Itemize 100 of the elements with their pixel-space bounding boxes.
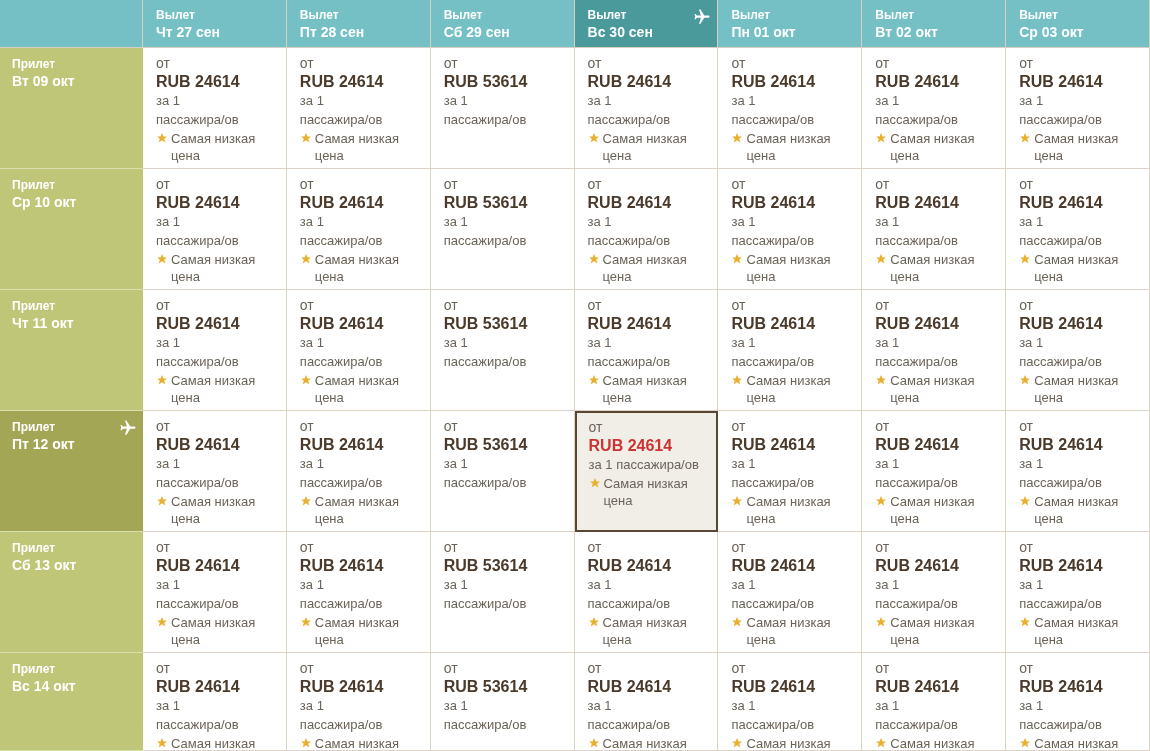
- price: RUB 24614: [299, 435, 385, 454]
- price-cell[interactable]: от RUB 24614 за 1 пассажира/ов Самая низкая цена: [574, 169, 719, 290]
- price-cell[interactable]: от RUB 53614 за 1 пассажира/ов: [430, 169, 575, 290]
- price-cell[interactable]: от RUB 24614 за 1 пассажира/ов Самая низкая цена: [1006, 532, 1150, 653]
- star-icon: [156, 737, 168, 749]
- from-label: от: [1019, 660, 1035, 677]
- price: RUB 24614: [1019, 556, 1104, 575]
- from-label: от: [156, 539, 171, 556]
- price: RUB 24614: [1019, 677, 1104, 696]
- price-cell[interactable]: от RUB 24614 за 1 пассажира/ов Самая низкая цена: [143, 48, 287, 169]
- lowest-price-label: Самая низкая цена: [603, 475, 689, 509]
- price-cell[interactable]: от RUB 24614 за 1 пассажира/ов Самая низкая: [1006, 653, 1150, 751]
- price-cell[interactable]: от RUB 24614 за 1 пассажира/ов Самая низкая цена: [286, 169, 431, 290]
- price: RUB 53614: [443, 677, 529, 696]
- star-icon: [731, 737, 744, 749]
- lowest-price-label: Самая низкая цена: [171, 130, 257, 164]
- price-cell[interactable]: от RUB 24614 за 1 пассажира/ов Самая низкая цена: [286, 411, 431, 532]
- price-cell[interactable]: от RUB 24614 за 1 пассажира/ов Самая низкая цена: [718, 411, 863, 532]
- star-icon: [1019, 616, 1032, 628]
- from-label: от: [1019, 55, 1035, 72]
- lowest-price-label: Самая низкая цена: [171, 493, 257, 527]
- star-icon: [731, 616, 744, 628]
- price: RUB 24614: [731, 193, 817, 212]
- price-cell[interactable]: от RUB 53614 за 1 пассажира/ов: [430, 411, 575, 532]
- price-cell[interactable]: от RUB 24614 за 1 пассажира/ов Самая низкая цена: [718, 48, 863, 169]
- price-cell[interactable]: от RUB 24614 за 1 пассажира/ов Самая низкая цена: [143, 290, 287, 411]
- price-cell[interactable]: от RUB 24614 за 1 пассажира/ов Самая низкая цена: [718, 290, 863, 411]
- price-cell[interactable]: от RUB 24614 за 1 пассажира/ов Самая низкая цена: [1006, 48, 1150, 169]
- departure-label: Вылет: [156, 8, 195, 23]
- per-passenger-text: за 1 пассажира/ов: [443, 455, 528, 492]
- price-cell[interactable]: от RUB 24614 за 1 пассажира/ов Самая низкая цена: [862, 169, 1007, 290]
- price-cell[interactable]: от RUB 24614 за 1 пассажира/ов Самая низкая цена: [143, 169, 287, 290]
- price: RUB 24614: [731, 72, 817, 91]
- price-cell[interactable]: от RUB 24614 за 1 пассажира/ов Самая низкая: [862, 653, 1007, 751]
- star-icon: [156, 132, 168, 144]
- price-cell[interactable]: от RUB 24614 за 1 пассажира/ов Самая низкая цена: [1006, 411, 1150, 532]
- from-label: от: [587, 539, 603, 556]
- price-cell[interactable]: от RUB 24614 за 1 пассажира/ов Самая низкая цена: [286, 48, 431, 169]
- lowest-price-label: Самая низкая цена: [602, 251, 688, 285]
- from-label: от: [1019, 297, 1035, 314]
- price-cell[interactable]: от RUB 24614 за 1 пассажира/ов Самая низкая цена: [286, 532, 431, 653]
- per-passenger-text: за 1 пассажира/ов: [443, 334, 528, 371]
- lowest-price-label: Самая низкая цена: [1034, 130, 1120, 164]
- price-cell[interactable]: от RUB 24614 за 1 пассажира/ов Самая низкая цена: [574, 532, 719, 653]
- departure-date: Пн 01 окт: [731, 23, 796, 41]
- price: RUB 24614: [587, 556, 673, 575]
- price-cell[interactable]: от RUB 53614 за 1 пассажира/ов: [430, 48, 575, 169]
- star-icon: [156, 616, 168, 628]
- per-passenger-text: за 1 пассажира/ов: [1019, 455, 1103, 492]
- from-label: от: [156, 176, 171, 193]
- star-icon: [299, 253, 312, 265]
- price-cell[interactable]: от RUB 24614 за 1 пассажира/ов Самая низкая цена: [862, 411, 1007, 532]
- from-label: от: [299, 539, 315, 556]
- from-label: от: [731, 55, 747, 72]
- departure-label: Вылет: [1019, 8, 1058, 23]
- from-label: от: [443, 418, 459, 435]
- price-cell[interactable]: от RUB 24614 за 1 пассажира/ов Самая низкая цена: [286, 290, 431, 411]
- price-cell[interactable]: от RUB 24614 за 1 пассажира/ов Самая низкая цена: [574, 48, 719, 169]
- price-cell[interactable]: от RUB 24614 за 1 пассажира/ов Самая низкая цена: [574, 411, 719, 532]
- price-cell[interactable]: от RUB 24614 за 1 пассажира/ов Самая низкая цена: [718, 169, 863, 290]
- price: RUB 24614: [875, 677, 960, 696]
- price-cell[interactable]: от RUB 24614 за 1 пассажира/ов Самая низкая цена: [718, 532, 863, 653]
- price-cell[interactable]: от RUB 24614 за 1 пассажира/ов Самая низкая: [143, 653, 287, 751]
- from-label: от: [443, 176, 459, 193]
- per-passenger-text: за 1 пассажира/ов: [1019, 92, 1103, 129]
- star-icon: [156, 495, 168, 507]
- per-passenger-text: за 1 пассажира/ов: [156, 213, 240, 250]
- price-cell[interactable]: от RUB 24614 за 1 пассажира/ов Самая низкая цена: [143, 411, 287, 532]
- per-passenger-text: за 1 пассажира/ов: [875, 334, 959, 371]
- price-cell[interactable]: от RUB 53614 за 1 пассажира/ов: [430, 653, 575, 751]
- from-label: от: [587, 660, 603, 677]
- price-cell[interactable]: от RUB 24614 за 1 пассажира/ов Самая низкая цена: [862, 290, 1007, 411]
- price-cell[interactable]: от RUB 24614 за 1 пассажира/ов Самая низкая: [286, 653, 431, 751]
- price-cell[interactable]: от RUB 24614 за 1 пассажира/ов Самая низкая цена: [1006, 290, 1150, 411]
- star-icon: [156, 374, 168, 386]
- price-cell[interactable]: от RUB 24614 за 1 пассажира/ов Самая низкая цена: [574, 290, 719, 411]
- lowest-price-label: Самая низкая: [890, 735, 976, 750]
- from-label: от: [731, 297, 747, 314]
- per-passenger-text: за 1 пассажира/ов: [587, 576, 672, 613]
- price-cell[interactable]: от RUB 24614 за 1 пассажира/ов Самая низкая: [718, 653, 863, 751]
- price-cell[interactable]: от RUB 24614 за 1 пассажира/ов Самая низкая цена: [1006, 169, 1150, 290]
- lowest-price-label: Самая низкая цена: [746, 372, 832, 406]
- per-passenger-text: за 1 пассажира/ов: [731, 334, 816, 371]
- price-cell[interactable]: от RUB 24614 за 1 пассажира/ов Самая низкая цена: [862, 48, 1007, 169]
- price-cell[interactable]: от RUB 53614 за 1 пассажира/ов: [430, 290, 575, 411]
- price: RUB 24614: [875, 72, 960, 91]
- price: RUB 24614: [875, 435, 960, 454]
- price: RUB 24614: [156, 314, 241, 333]
- arrival-label: Прилет: [12, 178, 56, 193]
- price-cell[interactable]: от RUB 53614 за 1 пассажира/ов: [430, 532, 575, 653]
- from-label: от: [443, 539, 459, 556]
- price-cell[interactable]: от RUB 24614 за 1 пассажира/ов Самая низкая цена: [143, 532, 287, 653]
- price: RUB 24614: [588, 436, 674, 455]
- per-passenger-text: за 1 пассажира/ов: [299, 697, 384, 734]
- per-passenger-text: за 1 пассажира/ов: [299, 455, 384, 492]
- price-cell[interactable]: от RUB 24614 за 1 пассажира/ов Самая низкая цена: [862, 532, 1007, 653]
- price-cell[interactable]: от RUB 24614 за 1 пассажира/ов Самая низкая: [574, 653, 719, 751]
- per-passenger-text: за 1 пассажира/ов: [1019, 334, 1103, 371]
- arrival-date: Вт 09 окт: [12, 72, 75, 90]
- star-icon: [1019, 495, 1032, 507]
